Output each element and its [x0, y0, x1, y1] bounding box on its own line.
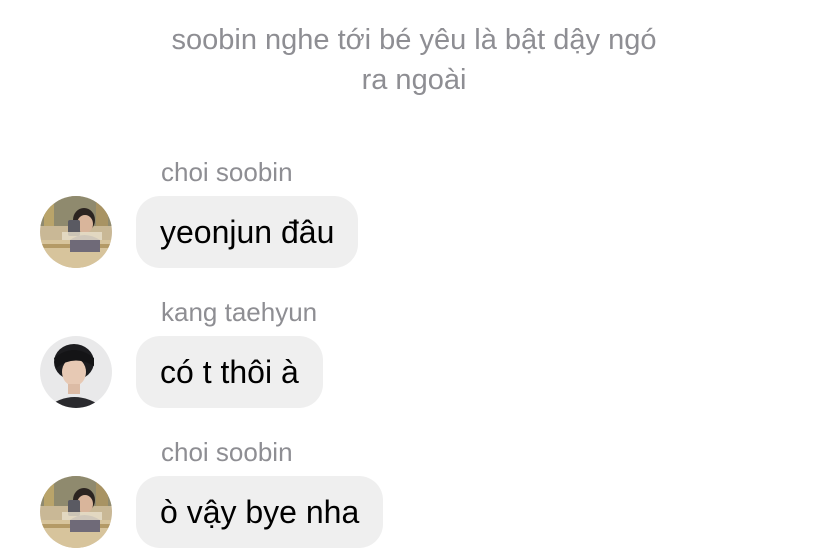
system-note-line-2: ra ngoài — [361, 64, 467, 96]
message-text: ò vậy bye nha — [160, 493, 360, 530]
sender-name: kang taehyun — [161, 297, 318, 327]
message-bubble[interactable]: ò vậy bye nha — [136, 476, 384, 548]
message-text: có t thôi à — [160, 353, 299, 390]
message-bubble[interactable]: có t thôi à — [136, 336, 323, 408]
soobin-avatar-image — [40, 196, 112, 268]
soobin-avatar-image — [40, 476, 112, 548]
sender-name: choi soobin — [161, 157, 293, 187]
message-text: yeonjun đâu — [160, 213, 335, 250]
taehyun-avatar[interactable] — [40, 336, 112, 408]
soobin-avatar[interactable] — [40, 476, 112, 548]
taehyun-avatar-image — [40, 336, 112, 408]
sender-name: choi soobin — [161, 437, 293, 467]
system-note-line-1: soobin nghe tới bé yêu là bật dậy ngó — [171, 24, 657, 56]
system-note: soobin nghe tới bé yêu là bật dậy ngó ra… — [0, 20, 828, 100]
soobin-avatar[interactable] — [40, 196, 112, 268]
message-bubble[interactable]: yeonjun đâu — [136, 196, 359, 268]
